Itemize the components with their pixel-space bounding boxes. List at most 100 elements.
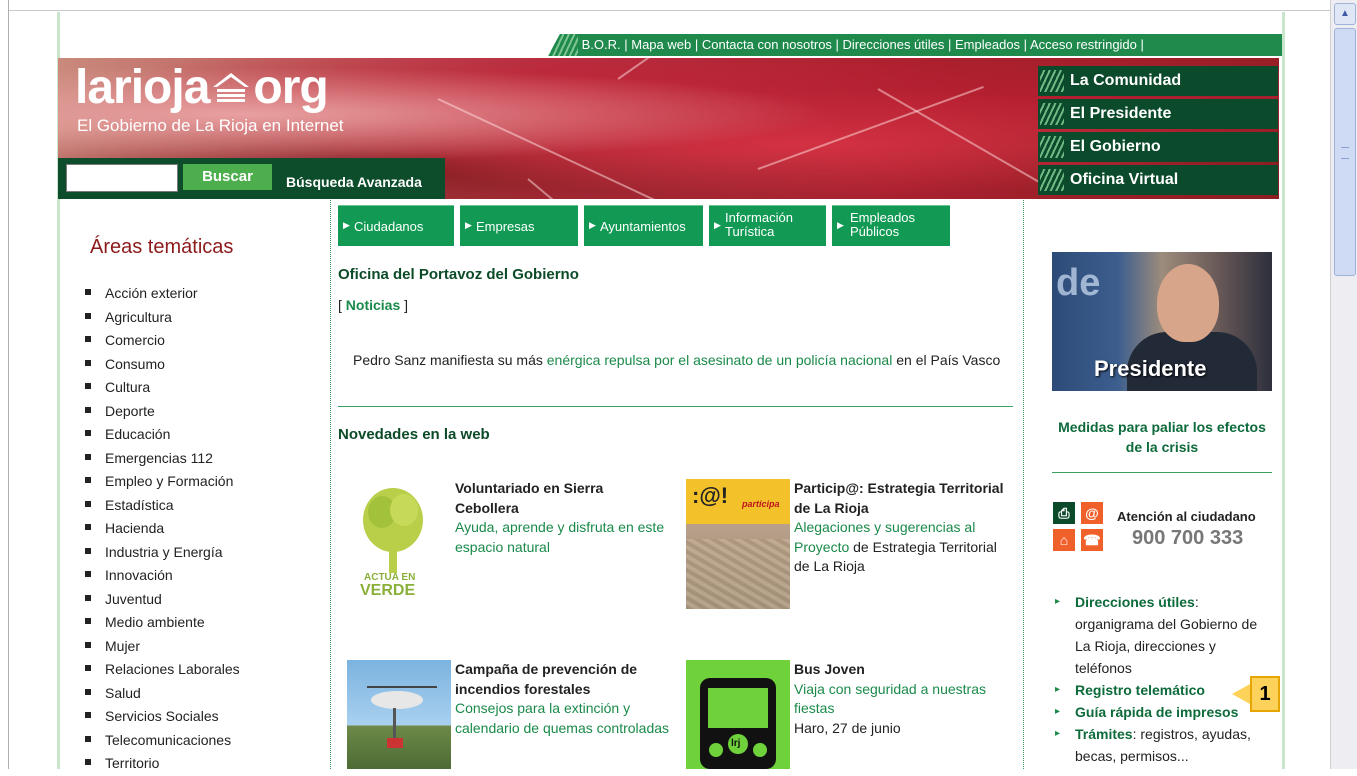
area-link[interactable]: Deporte bbox=[85, 400, 240, 424]
nav-label: La Comunidad bbox=[1070, 72, 1182, 89]
participa-image[interactable]: :@! participa bbox=[686, 479, 790, 609]
tab-label-line2: Turística bbox=[725, 224, 775, 239]
window-top-edge bbox=[0, 0, 1330, 11]
atencion-ciudadano-box[interactable]: ⎙ @ ⌂ ☎ Atención al ciudadano 900 700 33… bbox=[1052, 500, 1277, 560]
triangle-right-icon: ▶ bbox=[589, 220, 596, 230]
scroll-thumb[interactable] bbox=[1334, 28, 1356, 276]
at-email-icon: @ bbox=[1081, 502, 1103, 524]
registro-telematico-link[interactable]: Registro telemático bbox=[1075, 682, 1205, 698]
area-link[interactable]: Salud bbox=[85, 682, 240, 706]
nav-la-comunidad[interactable]: La Comunidad bbox=[1038, 66, 1278, 96]
area-link[interactable]: Comercio bbox=[85, 329, 240, 353]
novedad-link[interactable]: Ayuda, aprende y disfruta en este espaci… bbox=[455, 519, 664, 555]
advanced-search-link[interactable]: Búsqueda Avanzada bbox=[286, 174, 422, 190]
column-separator bbox=[1023, 200, 1024, 769]
novedad-bus-joven: Bus Joven Viaja con seguridad a nuestras… bbox=[794, 660, 1009, 738]
search-input[interactable] bbox=[66, 164, 178, 192]
triangle-right-icon: ▶ bbox=[714, 220, 721, 230]
area-link[interactable]: Empleo y Formación bbox=[85, 470, 240, 494]
bus-joven-image[interactable]: lrj bbox=[686, 660, 790, 769]
window-left-edge bbox=[0, 0, 9, 769]
search-button[interactable]: Buscar bbox=[183, 164, 272, 190]
noticias-link[interactable]: Noticias bbox=[346, 297, 400, 313]
area-link[interactable]: Cultura bbox=[85, 376, 240, 400]
nav-oficina-virtual[interactable]: Oficina Virtual bbox=[1038, 165, 1278, 195]
area-link[interactable]: Territorio bbox=[85, 752, 240, 776]
area-link[interactable]: Servicios Sociales bbox=[85, 705, 240, 729]
novedades-title: Novedades en la web bbox=[338, 426, 490, 443]
medidas-crisis-link[interactable]: Medidas para paliar los efectos de la cr… bbox=[1052, 417, 1272, 457]
novedad-title: Voluntariado en Sierra Cebollera bbox=[455, 480, 604, 516]
area-link[interactable]: Agricultura bbox=[85, 306, 240, 330]
tab-empleados-publicos[interactable]: ▶ Empleados Públicos bbox=[832, 205, 950, 246]
area-link[interactable]: Industria y Energía bbox=[85, 541, 240, 565]
areas-list: Acción exterior Agricultura Comercio Con… bbox=[85, 282, 240, 776]
presidente-label: Presidente bbox=[1094, 356, 1207, 381]
tab-informacion-turistica[interactable]: ▶ Información Turística bbox=[709, 205, 826, 246]
top-link-direcciones[interactable]: Direcciones útiles bbox=[843, 37, 945, 52]
triangle-right-icon: ▶ bbox=[465, 220, 472, 230]
triangle-right-icon: ▶ bbox=[837, 220, 844, 230]
incendios-image[interactable] bbox=[347, 660, 451, 769]
top-link-acceso-restringido[interactable]: Acceso restringido bbox=[1030, 37, 1137, 52]
news-text-post: en el País Vasco bbox=[892, 352, 1001, 368]
area-link[interactable]: Telecomunicaciones bbox=[85, 729, 240, 753]
tab-label-line1: Empleados bbox=[850, 210, 916, 225]
nav-el-presidente[interactable]: El Presidente bbox=[1038, 99, 1278, 129]
stripes-decoration bbox=[1040, 70, 1064, 92]
area-link[interactable]: Relaciones Laborales bbox=[85, 658, 240, 682]
area-link[interactable]: Innovación bbox=[85, 564, 240, 588]
top-links-bar: B.O.R. | Mapa web | Contacta con nosotro… bbox=[548, 34, 1282, 56]
president-figure-head bbox=[1157, 264, 1219, 342]
tab-label-line1: Información bbox=[725, 210, 793, 225]
scroll-up-icon[interactable]: ▲ bbox=[1334, 3, 1356, 25]
top-link-bor[interactable]: B.O.R. bbox=[582, 37, 621, 52]
area-link[interactable]: Acción exterior bbox=[85, 282, 240, 306]
area-link[interactable]: Estadística bbox=[85, 494, 240, 518]
voluntariado-image[interactable]: ACTUA EN VERDE bbox=[358, 480, 428, 605]
tab-label: Información Turística bbox=[725, 211, 793, 239]
header-right-nav: La Comunidad El Presidente El Gobierno O… bbox=[1038, 66, 1278, 198]
area-link[interactable]: Emergencias 112 bbox=[85, 447, 240, 471]
site-tagline: El Gobierno de La Rioja en Internet bbox=[77, 116, 344, 135]
stripes-decoration bbox=[1040, 136, 1064, 158]
area-link[interactable]: Juventud bbox=[85, 588, 240, 612]
section-divider bbox=[338, 406, 1013, 407]
search-bar: Buscar Búsqueda Avanzada bbox=[58, 158, 445, 199]
logo-suffix: org bbox=[253, 61, 328, 114]
verde-text: VERDE bbox=[360, 582, 416, 599]
fax-icon: ⎙ bbox=[1053, 502, 1075, 524]
news-link[interactable]: enérgica repulsa por el asesinato de un … bbox=[547, 352, 893, 368]
tab-ayuntamientos[interactable]: ▶ Ayuntamientos bbox=[584, 205, 703, 246]
atencion-phone: 900 700 333 bbox=[1132, 527, 1244, 549]
nav-label: El Presidente bbox=[1070, 105, 1172, 122]
novedad-title: Campaña de prevención de incendios fores… bbox=[455, 661, 638, 697]
area-link[interactable]: Hacienda bbox=[85, 517, 240, 541]
nav-label: El Gobierno bbox=[1070, 138, 1161, 155]
tab-ciudadanos[interactable]: ▶ Ciudadanos bbox=[338, 205, 454, 246]
annotation-callout: 1 bbox=[1232, 676, 1280, 714]
area-link[interactable]: Educación bbox=[85, 423, 240, 447]
area-link[interactable]: Medio ambiente bbox=[85, 611, 240, 635]
news-headline: Pedro Sanz manifiesta su más enérgica re… bbox=[353, 351, 1013, 370]
right-link-item: Direcciones útiles: organigrama del Gobi… bbox=[1054, 591, 1274, 679]
novedad-link[interactable]: Consejos para la extinción y calendario … bbox=[455, 700, 669, 736]
top-link-mapa-web[interactable]: Mapa web bbox=[631, 37, 691, 52]
novedad-link[interactable]: Viaja con seguridad a nuestras fiestas bbox=[794, 681, 986, 717]
tab-empresas[interactable]: ▶ Empresas bbox=[460, 205, 578, 246]
noticias-line: [ Noticias ] bbox=[338, 297, 409, 313]
tramites-link[interactable]: Trámites bbox=[1075, 726, 1133, 742]
nav-el-gobierno[interactable]: El Gobierno bbox=[1038, 132, 1278, 162]
direcciones-utiles-link[interactable]: Direcciones útiles bbox=[1075, 594, 1195, 610]
top-link-contacta[interactable]: Contacta con nosotros bbox=[702, 37, 832, 52]
area-link[interactable]: Mujer bbox=[85, 635, 240, 659]
vertical-scrollbar[interactable]: ▲ bbox=[1330, 0, 1357, 769]
participa-small-text: participa bbox=[742, 499, 780, 509]
guia-rapida-impresos-link[interactable]: Guía rápida de impresos bbox=[1075, 704, 1238, 720]
novedad-title: Particip@: Estrategia Territorial de La … bbox=[794, 480, 1004, 516]
site-logo[interactable]: larioja org bbox=[75, 60, 329, 115]
tab-label: Ciudadanos bbox=[354, 219, 424, 234]
presidente-banner[interactable]: de Presidente bbox=[1052, 252, 1272, 391]
top-link-empleados[interactable]: Empleados bbox=[955, 37, 1020, 52]
area-link[interactable]: Consumo bbox=[85, 353, 240, 377]
